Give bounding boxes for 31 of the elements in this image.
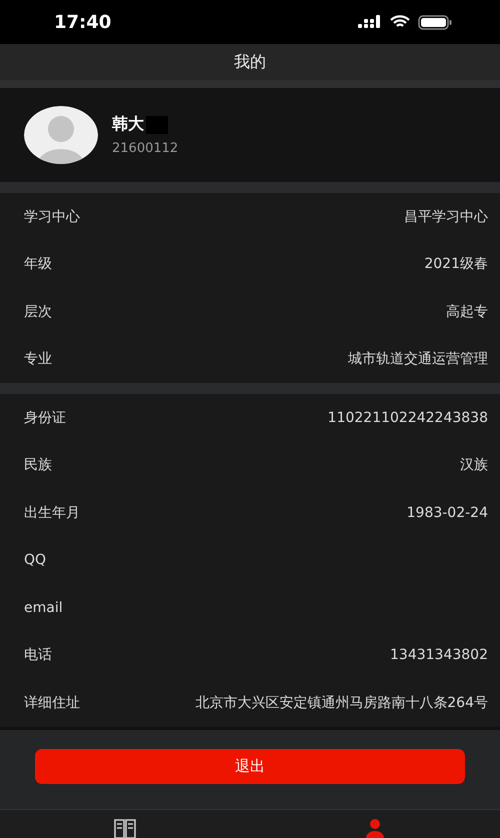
field-label: QQ xyxy=(24,552,46,568)
field-label: 电话 xyxy=(24,646,52,664)
field-label: 身份证 xyxy=(24,408,66,427)
user-name: 韩大 xyxy=(112,114,144,135)
clock-time: 17:40 xyxy=(54,12,112,32)
field-label: 层次 xyxy=(24,302,52,321)
field-value: 昌平学习中心 xyxy=(404,208,488,226)
field-label: 学习中心 xyxy=(24,208,80,226)
field-label: 年级 xyxy=(24,255,52,274)
battery-icon xyxy=(418,14,452,30)
field-value: 2021级春 xyxy=(424,255,488,274)
wifi-icon xyxy=(390,15,410,29)
field-label: 专业 xyxy=(24,350,52,368)
field-value: 1983-02-24 xyxy=(406,504,488,521)
field-label: 详细住址 xyxy=(24,694,80,712)
field-value: 城市轨道交通运营管理 xyxy=(348,350,488,368)
field-value: 北京市大兴区安定镇通州马房路南十八条264号 xyxy=(195,694,488,712)
field-value: 13431343802 xyxy=(390,647,488,664)
book-icon[interactable] xyxy=(113,818,137,838)
logout-button[interactable]: 退出 xyxy=(35,748,465,784)
field-label: 出生年月 xyxy=(24,504,80,522)
person-icon[interactable] xyxy=(365,818,385,838)
field-value: 汉族 xyxy=(460,456,488,474)
avatar-icon xyxy=(24,106,98,164)
field-value: 110221102242243838 xyxy=(328,410,488,426)
field-label: email xyxy=(24,600,63,616)
field-value: 高起专 xyxy=(446,302,488,321)
signal-icon xyxy=(358,15,382,29)
page-title: 我的 xyxy=(234,52,266,72)
student-id: 21600112 xyxy=(112,141,178,156)
field-label: 民族 xyxy=(24,456,52,474)
